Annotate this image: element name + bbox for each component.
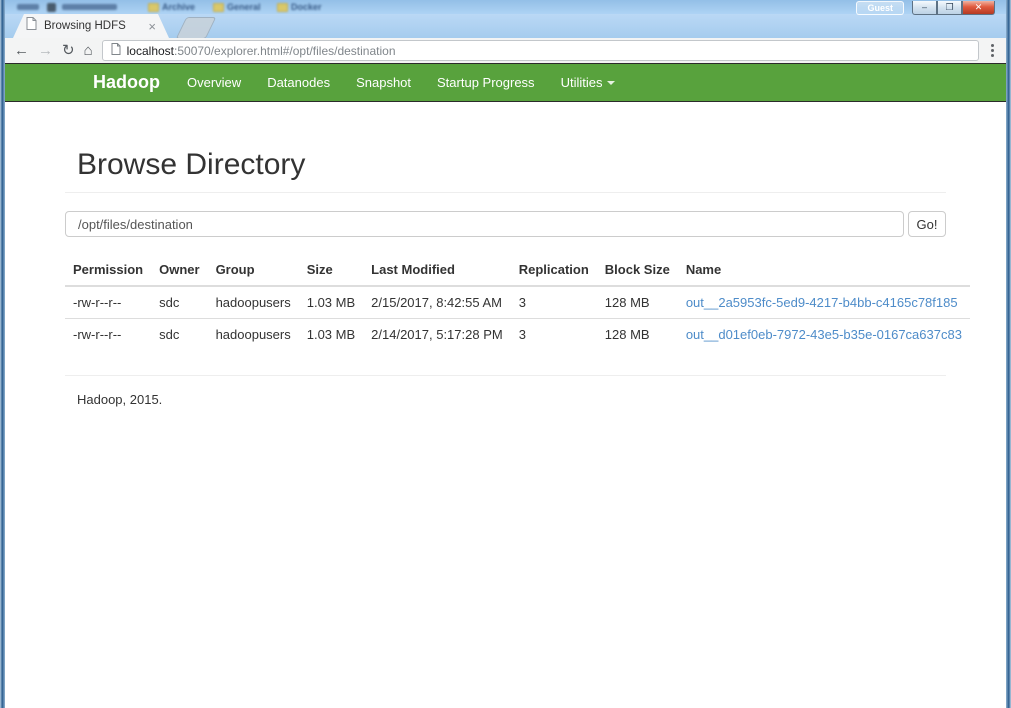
- browser-toolbar: ← → ↻ ⌂ localhost:50070/explorer.html#/o…: [5, 38, 1006, 63]
- col-replication: Replication: [511, 254, 597, 286]
- address-bar[interactable]: localhost:50070/explorer.html#/opt/files…: [102, 40, 979, 61]
- window-border-right: [1006, 0, 1011, 708]
- folder-icon: [277, 3, 288, 12]
- new-tab-button[interactable]: [176, 17, 217, 39]
- cell-owner: sdc: [151, 319, 207, 351]
- nav-item-overview[interactable]: Overview: [174, 75, 254, 90]
- browser-window: Archive General Docker Guest – ❐ ✕ Brows: [0, 0, 1011, 708]
- cell-name: out__d01ef0eb-7972-43e5-b35e-0167ca637c8…: [678, 319, 970, 351]
- folder-icon: [148, 3, 159, 12]
- col-group: Group: [208, 254, 299, 286]
- cell-group: hadoopusers: [208, 319, 299, 351]
- hadoop-navbar: Hadoop Overview Datanodes Snapshot Start…: [5, 63, 1006, 102]
- cell-replication: 3: [511, 286, 597, 319]
- bookmark-label: Archive: [162, 2, 195, 12]
- cell-block-size: 128 MB: [597, 319, 678, 351]
- tab-title: Browsing HDFS: [44, 20, 126, 32]
- maximize-button[interactable]: ❐: [937, 1, 962, 15]
- bookmark-folder-general[interactable]: General: [213, 2, 261, 12]
- file-link[interactable]: out__2a5953fc-5ed9-4217-b4bb-c4165c78f18…: [686, 295, 958, 310]
- navbar-brand[interactable]: Hadoop: [79, 72, 174, 93]
- nav-item-utilities-label: Utilities: [561, 75, 603, 90]
- cell-size: 1.03 MB: [299, 286, 363, 319]
- file-listing-table: Permission Owner Group Size Last Modifie…: [65, 254, 970, 350]
- home-icon[interactable]: ⌂: [84, 42, 93, 59]
- url-host: localhost: [127, 44, 174, 58]
- col-permission: Permission: [65, 254, 151, 286]
- blurred-bookmark: [62, 4, 117, 10]
- bookmark-label: General: [227, 2, 261, 12]
- col-block-size: Block Size: [597, 254, 678, 286]
- divider: [65, 192, 946, 193]
- col-last-modified: Last Modified: [363, 254, 511, 286]
- cell-size: 1.03 MB: [299, 319, 363, 351]
- footer-text: Hadoop, 2015.: [77, 392, 946, 407]
- bookmark-label: Docker: [291, 2, 322, 12]
- footer-divider: [65, 375, 946, 376]
- blurred-bookmark: [17, 4, 39, 10]
- cell-block-size: 128 MB: [597, 286, 678, 319]
- page-content: Browse Directory Go! Permission Owner Gr…: [65, 104, 946, 407]
- cell-owner: sdc: [151, 286, 207, 319]
- nav-item-utilities[interactable]: Utilities: [548, 75, 629, 90]
- table-row: -rw-r--r-- sdc hadoopusers 1.03 MB 2/14/…: [65, 319, 970, 351]
- url-path: :50070/explorer.html#/opt/files/destinat…: [174, 44, 395, 58]
- minimize-button[interactable]: –: [912, 1, 937, 15]
- tab-strip: Browsing HDFS ×: [5, 14, 1006, 38]
- bookmark-folder-archive[interactable]: Archive: [148, 2, 195, 12]
- window-border-left: [0, 0, 5, 708]
- col-name: Name: [678, 254, 970, 286]
- cell-replication: 3: [511, 319, 597, 351]
- tab-close-icon[interactable]: ×: [148, 20, 156, 33]
- page-favicon-icon: [26, 17, 37, 35]
- back-icon[interactable]: ←: [14, 43, 29, 58]
- col-owner: Owner: [151, 254, 207, 286]
- blurred-app-icon: [47, 3, 56, 12]
- cell-permission: -rw-r--r--: [65, 319, 151, 351]
- browser-menu-icon[interactable]: [988, 44, 997, 57]
- table-row: -rw-r--r-- sdc hadoopusers 1.03 MB 2/15/…: [65, 286, 970, 319]
- cell-group: hadoopusers: [208, 286, 299, 319]
- nav-item-snapshot[interactable]: Snapshot: [343, 75, 424, 90]
- chevron-down-icon: [607, 81, 615, 85]
- go-button[interactable]: Go!: [908, 211, 946, 237]
- tab-browsing-hdfs[interactable]: Browsing HDFS ×: [13, 14, 169, 38]
- window-caption-controls: Guest – ❐ ✕: [856, 1, 995, 15]
- cell-last-modified: 2/15/2017, 8:42:55 AM: [363, 286, 511, 319]
- close-button[interactable]: ✕: [962, 1, 995, 15]
- file-link[interactable]: out__d01ef0eb-7972-43e5-b35e-0167ca637c8…: [686, 327, 962, 342]
- page-title: Browse Directory: [77, 148, 946, 182]
- reload-icon[interactable]: ↻: [62, 43, 75, 58]
- cell-permission: -rw-r--r--: [65, 286, 151, 319]
- forward-icon[interactable]: →: [38, 43, 53, 58]
- url-page-icon: [111, 42, 121, 60]
- cell-name: out__2a5953fc-5ed9-4217-b4bb-c4165c78f18…: [678, 286, 970, 319]
- nav-item-datanodes[interactable]: Datanodes: [254, 75, 343, 90]
- directory-path-input[interactable]: [65, 211, 904, 237]
- cell-last-modified: 2/14/2017, 5:17:28 PM: [363, 319, 511, 351]
- nav-item-startup-progress[interactable]: Startup Progress: [424, 75, 548, 90]
- profile-button[interactable]: Guest: [856, 1, 904, 15]
- url-text: localhost:50070/explorer.html#/opt/files…: [127, 44, 396, 58]
- col-size: Size: [299, 254, 363, 286]
- bookmark-folder-docker[interactable]: Docker: [277, 2, 322, 12]
- table-header-row: Permission Owner Group Size Last Modifie…: [65, 254, 970, 286]
- folder-icon: [213, 3, 224, 12]
- path-form: Go!: [65, 211, 946, 237]
